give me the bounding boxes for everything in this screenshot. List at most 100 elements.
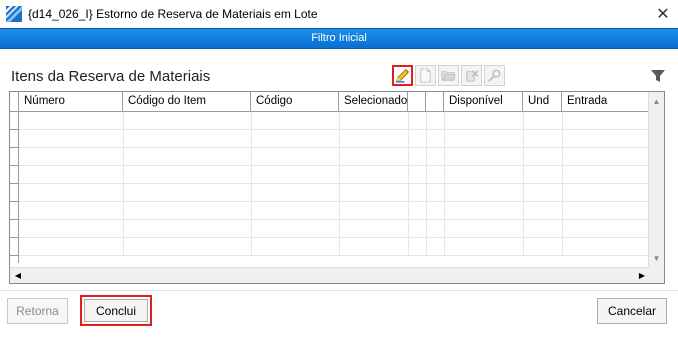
grid-cell-divider [523,184,524,202]
grid-header: Número Código do Item Código Selecionado… [10,92,650,112]
conclui-button-face: Conclui [84,299,148,322]
grid-cell-divider [562,202,563,220]
table-row[interactable] [19,238,650,256]
grid-cell-divider [123,148,124,166]
grid-cell-divider [339,184,340,202]
grid-cell-divider [523,112,524,130]
grid-cell-divider [251,112,252,130]
column-header-und[interactable]: Und [523,92,562,112]
grid-cell-divider [523,148,524,166]
table-row[interactable] [19,202,650,220]
table-row[interactable] [19,184,650,202]
search-key-icon [488,69,501,82]
new-button[interactable] [415,65,436,86]
row-indicator[interactable] [10,202,19,220]
row-indicator[interactable] [10,238,19,256]
panel-title: Itens da Reserva de Materiais [11,68,211,85]
grid-cell-divider [444,238,445,256]
row-indicator[interactable] [10,148,19,166]
open-folder-icon [441,71,456,81]
grid-cell-divider [408,184,409,202]
scroll-left-icon[interactable]: ◀ [10,268,26,283]
grid-toolbar [392,65,505,87]
funnel-filter-icon[interactable] [650,68,666,84]
vertical-scrollbar[interactable]: ▲ ▼ [648,92,664,267]
cancelar-button[interactable]: Cancelar [597,298,667,324]
scroll-corner [648,267,664,283]
table-row[interactable] [19,130,650,148]
grid-cell-divider [523,220,524,238]
retorna-label: Retorna [16,304,59,318]
row-indicator[interactable] [10,166,19,184]
horizontal-scroll-thumb[interactable] [27,270,633,281]
cancelar-label: Cancelar [607,304,657,318]
filter-bar[interactable]: Filtro Inicial [0,28,678,49]
grid-cell-divider [123,112,124,130]
grid-cell-divider [562,238,563,256]
edit-pen-icon [395,68,410,83]
open-button[interactable] [438,65,459,86]
row-indicator[interactable] [10,220,19,238]
row-indicator[interactable] [10,112,19,130]
dialog-window: {d14_026_I} Estorno de Reserva de Materi… [0,0,678,337]
grid-cell-divider [523,130,524,148]
grid-rows [19,112,650,263]
grid-cell-divider [251,202,252,220]
grid-cell-divider [426,148,427,166]
grid-cell-divider [339,220,340,238]
footer-separator [0,290,678,291]
table-row[interactable] [19,148,650,166]
grid-cell-divider [123,166,124,184]
grid-cell-divider [562,130,563,148]
table-row[interactable] [19,166,650,184]
table-row[interactable] [19,112,650,130]
grid-cell-divider [339,238,340,256]
row-indicator[interactable] [10,130,19,148]
column-header-disponivel[interactable]: Disponível [444,92,523,112]
grid-cell-divider [123,184,124,202]
column-header-blank-1[interactable] [408,92,426,112]
new-document-icon [420,68,431,83]
grid-cell-divider [444,148,445,166]
row-indicator[interactable] [10,184,19,202]
column-header-entrada[interactable]: Entrada [562,92,650,112]
grid-cell-divider [339,166,340,184]
grid-cell-divider [562,184,563,202]
grid-cell-divider [123,220,124,238]
scroll-up-icon[interactable]: ▲ [649,93,664,109]
grid-cell-divider [444,166,445,184]
horizontal-scrollbar[interactable]: ◀ ▶ [10,267,650,283]
grid-cell-divider [426,166,427,184]
grid-cell-divider [408,202,409,220]
search-button[interactable] [484,65,505,86]
grid-cell-divider [523,202,524,220]
column-header-codigo[interactable]: Código [251,92,339,112]
items-grid[interactable]: Número Código do Item Código Selecionado… [9,91,665,284]
grid-cell-divider [444,202,445,220]
grid-cell-divider [251,166,252,184]
delete-button[interactable] [461,65,482,86]
grid-cell-divider [123,130,124,148]
scroll-down-icon[interactable]: ▼ [649,250,664,266]
grid-cell-divider [444,184,445,202]
grid-cell-divider [339,148,340,166]
grid-cell-divider [339,130,340,148]
app-icon [6,6,22,22]
delete-icon [466,70,479,82]
grid-cell-divider [426,202,427,220]
grid-cell-divider [408,166,409,184]
column-header-codigo-item[interactable]: Código do Item [123,92,251,112]
edit-button[interactable] [392,65,413,86]
conclui-button[interactable]: Conclui [80,295,152,326]
grid-cell-divider [444,130,445,148]
column-header-numero[interactable]: Número [19,92,123,112]
column-header-blank-2[interactable] [426,92,444,112]
table-row[interactable] [19,220,650,238]
close-button[interactable]: ✕ [648,0,678,28]
retorna-button[interactable]: Retorna [7,298,68,324]
grid-cell-divider [408,220,409,238]
column-header-selecionado[interactable]: Selecionado [339,92,408,112]
grid-cell-divider [339,202,340,220]
grid-cell-divider [251,148,252,166]
grid-cell-divider [426,112,427,130]
